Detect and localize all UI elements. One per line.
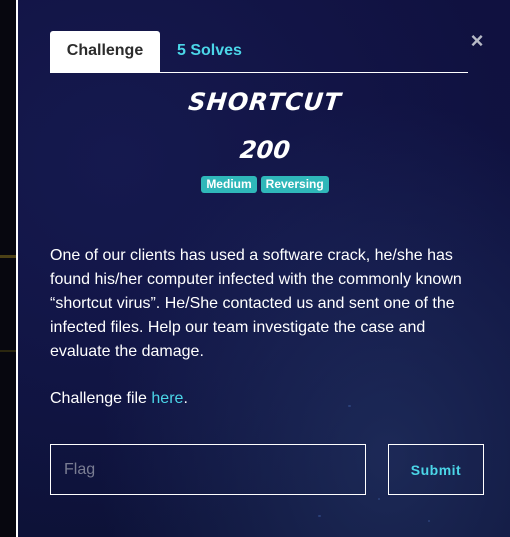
- tag-difficulty: Medium: [201, 176, 257, 193]
- challenge-title: shortcut: [187, 88, 343, 116]
- challenge-tags: Medium Reversing: [18, 176, 510, 193]
- tab-challenge[interactable]: Challenge: [50, 31, 160, 73]
- challenge-file-link[interactable]: here: [151, 390, 183, 407]
- close-icon[interactable]: ×: [469, 30, 485, 52]
- backdrop-glow: [0, 350, 16, 352]
- submit-button[interactable]: Submit: [388, 444, 484, 495]
- background-speck: [348, 405, 351, 407]
- modal-tabs: Challenge 5 Solves: [50, 31, 468, 73]
- challenge-description: One of our clients has used a software c…: [50, 247, 462, 360]
- tag-category: Reversing: [260, 176, 329, 193]
- challenge-modal: × Challenge 5 Solves shortcut 200 Medium…: [16, 0, 510, 537]
- background-speck: [378, 498, 380, 500]
- challenge-points: 200: [238, 136, 292, 164]
- background-speck: [428, 520, 430, 522]
- tab-solves[interactable]: 5 Solves: [177, 31, 242, 73]
- challenge-file-prefix: Challenge file: [50, 390, 152, 407]
- challenge-file-suffix: .: [183, 390, 188, 407]
- flag-input[interactable]: [50, 444, 366, 495]
- background-speck: [318, 515, 321, 517]
- backdrop-glow: [0, 255, 16, 258]
- challenge-file-line: Challenge file here.: [50, 387, 188, 411]
